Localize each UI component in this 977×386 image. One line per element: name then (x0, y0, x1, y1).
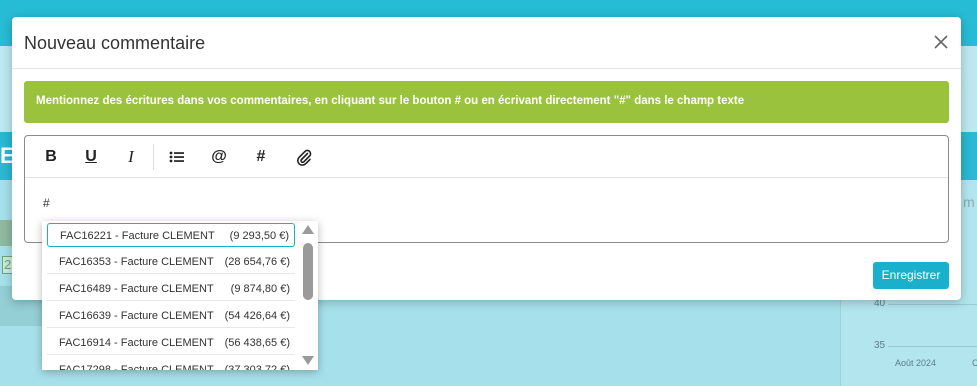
app-band-glyph: E (0, 143, 15, 168)
mention-button[interactable]: @ (210, 148, 228, 166)
suggestion-item[interactable]: FAC17298 - Facture CLEMENT (37 303,72 €) (47, 358, 295, 370)
modal-header-divider (12, 68, 961, 69)
scroll-up-arrow-icon[interactable] (302, 225, 314, 234)
suggestion-item[interactable]: FAC16639 - Facture CLEMENT (54 426,64 €) (47, 304, 295, 328)
list-icon[interactable] (168, 148, 186, 166)
suggestion-amount: (56 438,65 €) (224, 337, 290, 349)
suggestion-item[interactable]: FAC16221 - Facture CLEMENT (9 293,50 €) (47, 223, 295, 247)
suggestion-amount: (54 426,64 €) (224, 310, 290, 322)
suggestion-item[interactable]: FAC16914 - Facture CLEMENT (56 438,65 €) (47, 331, 295, 355)
suggestion-item[interactable]: FAC16353 - Facture CLEMENT (28 654,76 €) (47, 250, 295, 274)
suggestion-ref: FAC17298 - Facture CLEMENT (59, 364, 214, 370)
modal-title: Nouveau commentaire (24, 33, 206, 53)
chart-y-tick-35: 35 (874, 340, 886, 351)
suggestion-ref: FAC16914 - Facture CLEMENT (59, 337, 214, 349)
hashtag-button[interactable]: # (253, 148, 269, 166)
suggestion-amount: (9 874,80 €) (230, 283, 290, 295)
italic-button[interactable]: I (123, 148, 139, 166)
scroll-down-arrow-icon[interactable] (302, 356, 314, 365)
suggestion-ref: FAC16353 - Facture CLEMENT (59, 256, 214, 268)
scroll-thumb[interactable] (303, 243, 313, 300)
chart-gridline (888, 346, 977, 347)
suggestion-ref: FAC16221 - Facture CLEMENT (60, 230, 215, 242)
paperclip-icon[interactable] (295, 148, 313, 166)
suggestion-amount: (9 293,50 €) (229, 230, 289, 242)
suggestion-ref: FAC16639 - Facture CLEMENT (59, 310, 214, 322)
dropdown-scrollbar[interactable] (301, 221, 318, 370)
save-button[interactable]: Enregistrer (873, 262, 949, 289)
suggestion-item[interactable]: FAC16489 - Facture CLEMENT (9 874,80 €) (47, 277, 295, 301)
mention-info-alert: Mentionnez des écritures dans vos commen… (24, 81, 949, 123)
underline-button[interactable]: U (83, 148, 99, 166)
mention-suggestions-dropdown: FAC16221 - Facture CLEMENT (9 293,50 €) … (42, 221, 318, 370)
suggestion-amount: (28 654,76 €) (224, 256, 290, 268)
chart-x-label: Août 2024 (895, 358, 937, 368)
editor-toolbar: B U I @ # (25, 136, 948, 178)
suggestion-ref: FAC16489 - Facture CLEMENT (59, 283, 214, 295)
bold-button[interactable]: B (43, 148, 59, 166)
comment-text-area[interactable]: # (43, 196, 50, 210)
chart-x-label: C (972, 358, 977, 368)
app-panel-letter: m (963, 194, 975, 210)
toolbar-separator (153, 144, 154, 170)
chart-gridline (888, 304, 977, 305)
suggestion-amount: (37 303,72 €) (224, 364, 290, 370)
close-icon[interactable] (932, 33, 950, 51)
